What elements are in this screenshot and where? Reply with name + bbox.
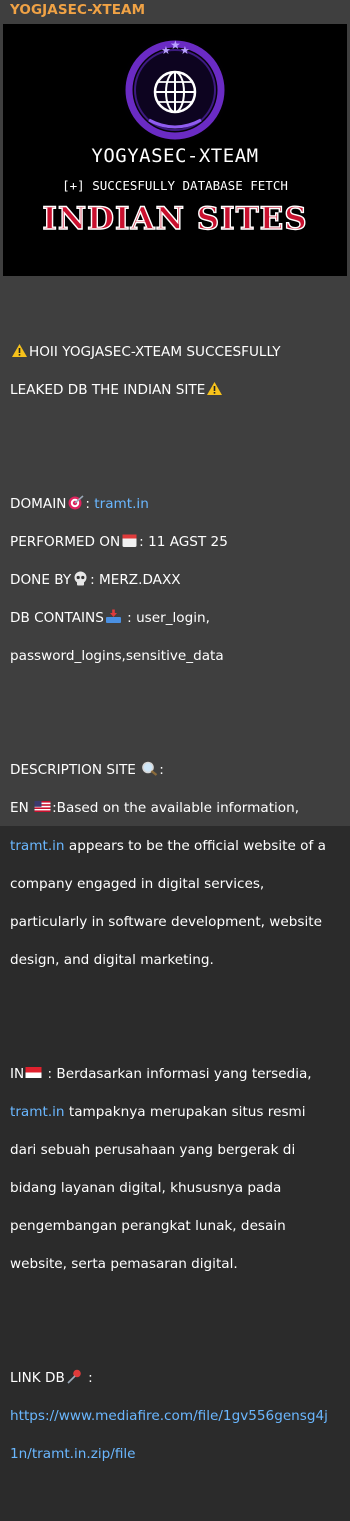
en-text-5: design, and digital marketing. [10, 952, 214, 968]
skull-icon [74, 571, 87, 586]
banner-headline: INDIAN SITES [42, 201, 307, 237]
banner-title: YOGYASEC-XTEAM [91, 145, 258, 167]
in-text-1: : Berdasarkan informasi yang tersedia, [43, 1066, 312, 1082]
en-text-3: company engaged in digital services, [10, 876, 265, 892]
bubble-bottom-edge [0, 826, 350, 832]
banner-graphic: ★ ★ ★ YOGYASEC-XTEAM [+] SUCCESFULLY DAT… [42, 32, 307, 238]
link-label: LINK DB [10, 1370, 65, 1386]
in-domain-link[interactable]: tramt.in [10, 1104, 65, 1120]
performed-value: : 11 AGST 25 [139, 534, 228, 550]
done-value: : MERZ.DAXX [90, 572, 181, 588]
message-text: HOII YOGJASEC-XTEAM SUCCESFULLY LEAKED D… [10, 286, 345, 1521]
en-prefix: EN [10, 800, 34, 816]
in-text-2: tampaknya merupakan situs resmi [64, 1104, 306, 1120]
globe-logo-icon: ★ ★ ★ [117, 32, 233, 148]
svg-text:★: ★ [180, 44, 190, 57]
details-paragraph: DOMAIN: tramt.in PERFORMED ON : 11 AGST 2… [10, 476, 345, 685]
performed-label: PERFORMED ON [10, 534, 121, 550]
calendar-icon [122, 534, 137, 547]
link-label-suffix: : [83, 1370, 93, 1386]
db-label: DB CONTAINS [10, 610, 104, 626]
inbox-tray-icon [105, 609, 121, 623]
in-text-5: pengembangan perangkat lunak, desain [10, 1218, 286, 1234]
en-text-2: appears to be the official website of a [64, 838, 326, 854]
warning-icon [12, 344, 27, 357]
intro-line-1: HOII YOGJASEC-XTEAM SUCCESFULLY [29, 344, 281, 360]
download-link-line-1[interactable]: https://www.mediafire.com/file/1gv556gen… [10, 1408, 328, 1424]
warning-icon [207, 382, 223, 395]
us-flag-icon [34, 801, 51, 812]
description-in-paragraph: IN : Berdasarkan informasi yang tersedia… [10, 1046, 345, 1293]
download-link-line-2[interactable]: 1n/tramt.in.zip/file [10, 1446, 136, 1462]
domain-link[interactable]: tramt.in [94, 496, 149, 512]
banner-subtitle: [+] SUCCESFULLY DATABASE FETCH [62, 178, 288, 193]
in-text-4: bidang layanan digital, khususnya pada [10, 1180, 282, 1196]
en-text-1: :Based on the available information, [52, 800, 300, 816]
done-label: DONE BY [10, 572, 72, 588]
pushpin-icon [67, 1369, 81, 1384]
in-prefix: IN [10, 1066, 25, 1082]
description-en-paragraph: DESCRIPTION SITE : EN :Based on the avai… [10, 742, 345, 989]
in-text-3: dari sebuah perusahaan yang bergerak di [10, 1142, 296, 1158]
db-value-2: password_logins,sensitive_data [10, 648, 224, 664]
description-heading: DESCRIPTION SITE [10, 762, 136, 778]
message-bubble: YOGJASEC-XTEAM ★ ★ ★ YOGYASEC-XTEAM [+] … [0, 0, 350, 1462]
en-domain-link[interactable]: tramt.in [10, 838, 65, 854]
domain-label: DOMAIN [10, 496, 67, 512]
link-paragraph: LINK DB : https://www.mediafire.com/file… [10, 1350, 345, 1483]
in-text-6: website, serta pemasaran digital. [10, 1256, 238, 1272]
db-value-1: : user_login, [122, 610, 210, 626]
indonesia-flag-icon [25, 1067, 42, 1078]
intro-line-2: LEAKED DB THE INDIAN SITE [10, 382, 206, 398]
description-heading-suffix: : [159, 762, 164, 778]
intro-paragraph: HOII YOGJASEC-XTEAM SUCCESFULLY LEAKED D… [10, 305, 345, 419]
domain-sep: : [85, 496, 95, 512]
en-text-4: particularly in software development, we… [10, 914, 322, 930]
magnifier-icon [142, 761, 158, 776]
banner-image[interactable]: ★ ★ ★ YOGYASEC-XTEAM [+] SUCCESFULLY DAT… [3, 24, 347, 276]
sender-name[interactable]: YOGJASEC-XTEAM [10, 2, 145, 18]
dart-icon [68, 495, 84, 510]
